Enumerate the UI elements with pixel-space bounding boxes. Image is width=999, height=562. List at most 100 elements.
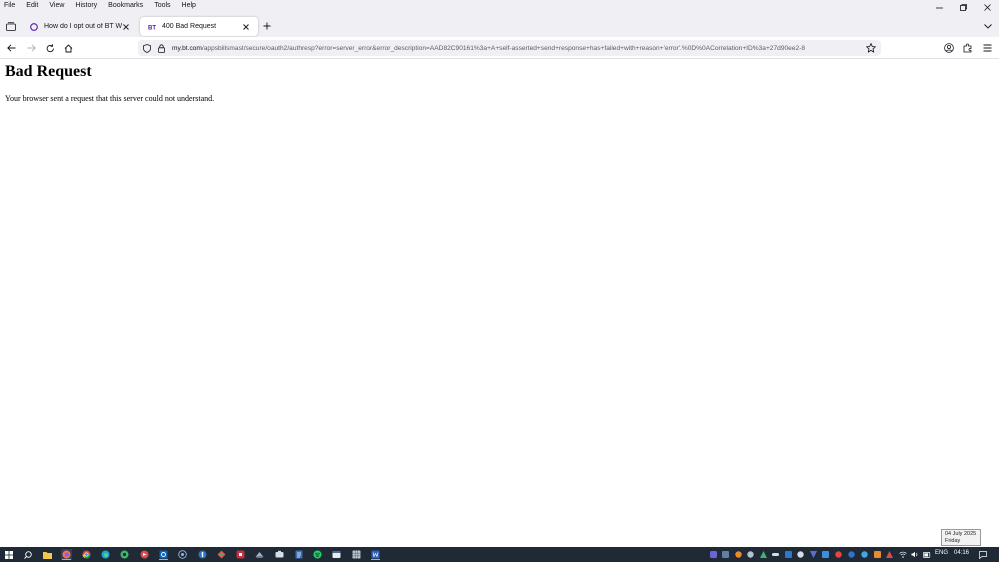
lock-icon[interactable]	[156, 43, 166, 53]
spotify-icon	[313, 550, 322, 559]
tray-icon	[772, 553, 779, 556]
taskbar-outlook[interactable]	[158, 549, 169, 560]
app-menu-button[interactable]	[981, 42, 993, 54]
tray-icon	[760, 551, 767, 558]
close-icon	[123, 23, 129, 30]
taskbar-app-11[interactable]	[274, 549, 285, 560]
address-bar[interactable]: my.bt.com/appsbillsmast/secure/oauth2/au…	[138, 40, 881, 56]
app-icon	[332, 551, 341, 558]
notifications-button[interactable]	[977, 549, 988, 560]
tray-app-11[interactable]	[833, 549, 844, 560]
tray-app-10[interactable]	[820, 549, 831, 560]
wifi-button[interactable]	[897, 549, 908, 560]
taskbar-app-6[interactable]	[177, 549, 188, 560]
star-icon	[866, 43, 876, 53]
app-icon	[198, 550, 207, 559]
taskbar-firefox[interactable]	[61, 549, 72, 560]
account-button[interactable]	[943, 42, 955, 54]
menu-help[interactable]: Help	[182, 2, 196, 9]
tab-close-button[interactable]	[242, 23, 250, 31]
tooltip-day: Friday	[945, 538, 961, 544]
page-message: Your browser sent a request that this se…	[5, 94, 215, 103]
tab-overview-button[interactable]	[4, 19, 18, 33]
taskbar-edge[interactable]	[100, 549, 111, 560]
tray-app-6[interactable]	[770, 549, 781, 560]
taskbar-app-7[interactable]	[197, 549, 208, 560]
tray-app-14[interactable]	[872, 549, 883, 560]
extensions-button[interactable]	[962, 42, 974, 54]
taskbar-search-button[interactable]	[22, 549, 33, 560]
active-indicator	[62, 559, 71, 560]
start-button[interactable]	[3, 549, 14, 560]
menu-file[interactable]: File	[4, 2, 15, 9]
url-host: my.bt.com	[172, 44, 202, 52]
green-app-icon	[120, 550, 129, 559]
home-button[interactable]	[62, 42, 74, 54]
tray-app-1[interactable]	[708, 549, 719, 560]
taskbar-app-8[interactable]	[216, 549, 227, 560]
tray-app-2[interactable]	[720, 549, 731, 560]
tray-icon	[797, 551, 804, 558]
bt-favicon-icon: BT	[148, 23, 156, 31]
bookmark-star-button[interactable]	[865, 42, 877, 54]
minimize-icon	[935, 7, 943, 8]
tab-close-button[interactable]	[122, 23, 130, 31]
tracking-protection-icon[interactable]	[142, 43, 152, 53]
back-button[interactable]	[5, 42, 17, 54]
taskbar-app-green[interactable]	[119, 549, 130, 560]
taskbar-word[interactable]	[370, 549, 381, 560]
account-icon	[944, 43, 954, 53]
list-all-tabs-button[interactable]	[983, 21, 993, 31]
forward-button[interactable]	[25, 42, 37, 54]
tray-app-9[interactable]	[808, 549, 819, 560]
tabs-overview-icon	[6, 21, 16, 31]
tray-app-8[interactable]	[795, 549, 806, 560]
taskbar-app-red[interactable]	[139, 549, 150, 560]
tray-app-13[interactable]	[859, 549, 870, 560]
taskbar-app-12[interactable]	[293, 549, 304, 560]
back-arrow-icon	[6, 44, 15, 52]
taskbar-file-explorer[interactable]	[42, 549, 53, 560]
file-explorer-icon	[43, 551, 52, 559]
menu-view[interactable]: View	[49, 2, 64, 9]
tray-app-5[interactable]	[758, 549, 769, 560]
menu-bookmarks[interactable]: Bookmarks	[108, 2, 143, 9]
tray-icon	[710, 551, 717, 558]
volume-button[interactable]	[909, 549, 920, 560]
taskbar-app-10[interactable]	[254, 549, 265, 560]
tray-icon	[861, 551, 868, 558]
language-indicator[interactable]: ENG	[935, 550, 948, 556]
menu-history[interactable]: History	[75, 2, 97, 9]
menu-tools[interactable]: Tools	[154, 2, 170, 9]
tray-icon	[747, 551, 754, 558]
tab-title: How do I opt out of BT Wi-fi? | BT	[44, 23, 122, 30]
tray-icon	[785, 551, 792, 558]
hamburger-icon	[983, 44, 991, 52]
taskbar-app-9[interactable]	[235, 549, 246, 560]
tray-app-7[interactable]	[783, 549, 794, 560]
start-icon	[4, 550, 13, 559]
reload-button[interactable]	[44, 42, 56, 54]
puzzle-icon	[963, 43, 972, 53]
tray-app-12[interactable]	[846, 549, 857, 560]
taskbar-app-14[interactable]	[331, 549, 342, 560]
clock[interactable]: 04:16	[954, 550, 969, 556]
document-icon	[295, 550, 302, 559]
restore-button[interactable]	[951, 0, 975, 14]
tab-bt-wifi[interactable]: How do I opt out of BT Wi-fi? | BT	[22, 17, 138, 36]
close-window-button[interactable]	[975, 0, 999, 14]
minimize-button[interactable]	[927, 0, 951, 14]
tab-strip: How do I opt out of BT Wi-fi? | BT BT 40…	[0, 15, 999, 37]
taskbar-spotify[interactable]	[312, 549, 323, 560]
new-tab-button[interactable]	[262, 21, 272, 31]
battery-button[interactable]	[921, 549, 932, 560]
tab-bad-request[interactable]: BT 400 Bad Request	[140, 17, 258, 36]
taskbar-chrome[interactable]	[81, 549, 92, 560]
tray-app-4[interactable]	[745, 549, 756, 560]
tray-app-3[interactable]	[733, 549, 744, 560]
menu-edit[interactable]: Edit	[26, 2, 38, 9]
active-indicator	[159, 559, 168, 560]
taskbar-spreadsheet[interactable]	[351, 549, 362, 560]
tray-app-15[interactable]	[884, 549, 895, 560]
app-icon	[217, 550, 226, 559]
